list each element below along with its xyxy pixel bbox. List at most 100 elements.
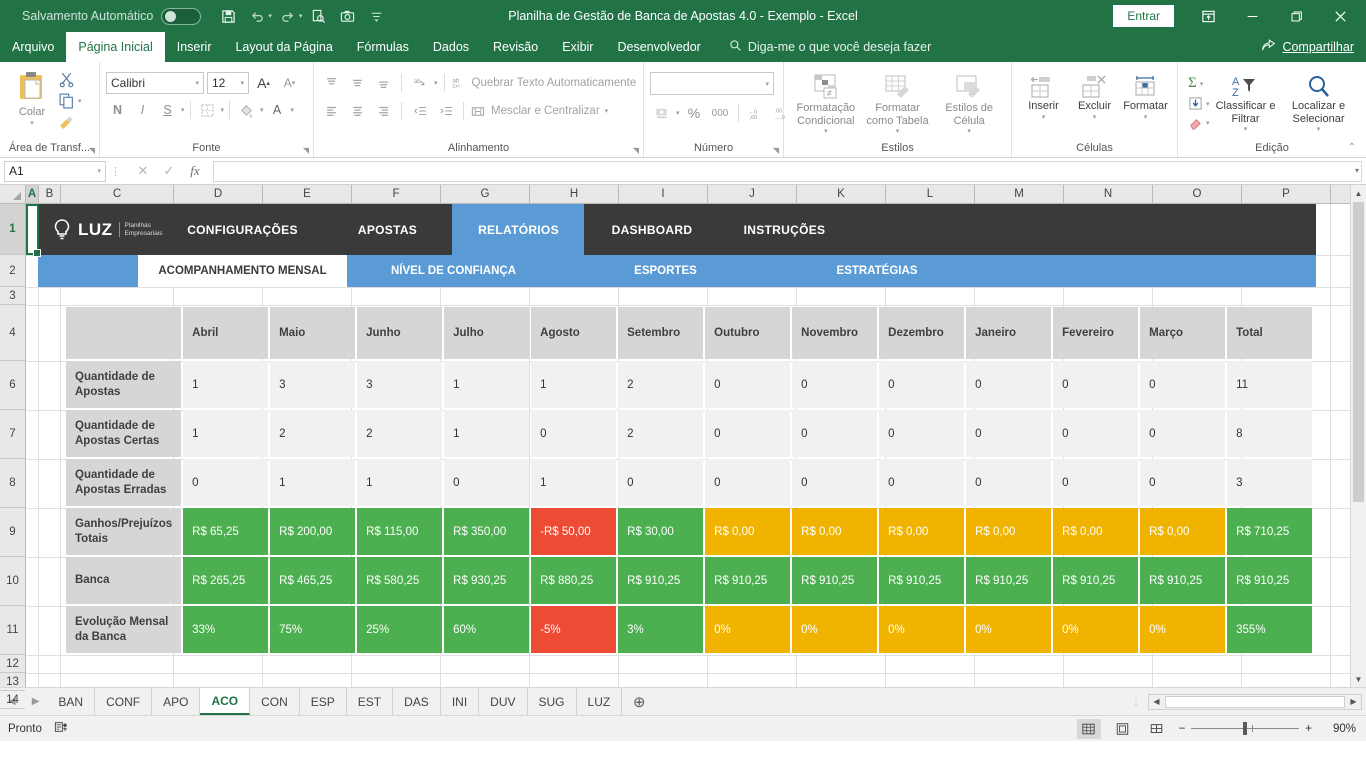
undo-dropdown-icon[interactable]: ▾: [268, 12, 272, 20]
close-icon[interactable]: [1318, 0, 1362, 32]
row-header-14[interactable]: 14: [0, 691, 25, 709]
insert-function-icon[interactable]: fx: [183, 163, 207, 179]
col-header-G[interactable]: G: [441, 185, 530, 203]
align-center-button[interactable]: [346, 100, 369, 122]
zoom-track[interactable]: [1191, 722, 1300, 735]
autosave-control[interactable]: Salvamento Automático: [22, 7, 202, 25]
cell-styles-button[interactable]: Estilos de Célula ▾: [933, 70, 1005, 135]
nav-item-instrucoes[interactable]: INSTRUÇÕES: [719, 204, 849, 255]
font-name-input[interactable]: Calibri ▾: [106, 72, 204, 94]
share-control[interactable]: Compartilhar: [1261, 32, 1366, 62]
font-size-dropdown-icon[interactable]: ▾: [240, 79, 244, 87]
underline-button[interactable]: S: [156, 99, 179, 121]
next-sheet-icon[interactable]: ▶: [32, 696, 40, 707]
comma-style-button[interactable]: 000: [709, 102, 732, 124]
orientation-button[interactable]: ab: [408, 72, 431, 94]
tab-layout-da-pagina[interactable]: Layout da Página: [223, 32, 344, 62]
col-header-K[interactable]: K: [797, 185, 886, 203]
align-right-button[interactable]: [372, 100, 395, 122]
col-header-N[interactable]: N: [1064, 185, 1153, 203]
delete-cells-dropdown-icon[interactable]: ▾: [1093, 113, 1097, 121]
zoom-thumb[interactable]: [1243, 722, 1248, 735]
col-header-C[interactable]: C: [61, 185, 174, 203]
row-header-13[interactable]: 13: [0, 673, 25, 691]
find-select-dropdown-icon[interactable]: ▾: [1317, 125, 1321, 133]
font-dialog-launcher-icon[interactable]: ◥: [303, 146, 309, 155]
sheet-canvas[interactable]: LUZ Planilhas Empresariais CONFIGURAÇÕES…: [26, 204, 1366, 687]
sheet-tab-con[interactable]: CON: [250, 688, 300, 715]
sheet-tab-conf[interactable]: CONF: [95, 688, 153, 715]
conditional-formatting-button[interactable]: ≠ Formatação Condicional ▾: [790, 70, 862, 135]
sort-filter-dropdown-icon[interactable]: ▾: [1244, 125, 1248, 133]
number-dialog-launcher-icon[interactable]: ◥: [773, 146, 779, 155]
increase-indent-button[interactable]: [434, 100, 457, 122]
fill-color-button[interactable]: [235, 99, 258, 121]
row-header-6[interactable]: 6: [0, 361, 25, 410]
underline-dropdown-icon[interactable]: ▾: [181, 106, 185, 114]
col-header-A[interactable]: A: [26, 185, 39, 203]
zoom-in-button[interactable]: +: [1305, 723, 1312, 735]
cancel-edit-icon[interactable]: ✕: [131, 163, 155, 179]
insert-cells-button[interactable]: Inserir ▾: [1018, 70, 1069, 121]
increase-font-size-button[interactable]: A ▴: [252, 72, 275, 94]
orientation-dropdown-icon[interactable]: ▾: [434, 79, 438, 87]
sheet-tab-ini[interactable]: INI: [441, 688, 480, 715]
minimize-icon[interactable]: [1230, 0, 1274, 32]
row-header-9[interactable]: 9: [0, 508, 25, 557]
col-header-P[interactable]: P: [1242, 185, 1331, 203]
tab-desenvolvedor[interactable]: Desenvolvedor: [605, 32, 712, 62]
merge-center-button[interactable]: Mesclar e Centralizar ▾: [470, 104, 608, 119]
col-header-I[interactable]: I: [619, 185, 708, 203]
autosum-button[interactable]: Σ ▾: [1188, 75, 1210, 92]
col-header-L[interactable]: L: [886, 185, 975, 203]
increase-decimal-button[interactable]: ←0,00: [745, 102, 768, 124]
copy-button[interactable]: ▾: [58, 92, 82, 109]
zoom-out-button[interactable]: −: [1179, 723, 1186, 735]
vertical-scrollbar[interactable]: ▲ ▼: [1350, 185, 1366, 687]
borders-button[interactable]: [196, 99, 219, 121]
tab-formulas[interactable]: Fórmulas: [345, 32, 421, 62]
format-cells-button[interactable]: Formatar ▾: [1120, 70, 1171, 121]
ribbon-display-options-icon[interactable]: [1186, 0, 1230, 32]
restore-icon[interactable]: [1274, 0, 1318, 32]
col-header-B[interactable]: B: [39, 185, 61, 203]
sheet-tab-est[interactable]: EST: [347, 688, 394, 715]
horizontal-scroll-thumb[interactable]: [1165, 695, 1345, 708]
cut-button[interactable]: [58, 71, 82, 88]
subnav-item-acompanhamento-mensal[interactable]: ACOMPANHAMENTO MENSAL: [138, 255, 347, 287]
fill-button[interactable]: ▾: [1188, 96, 1210, 111]
nav-item-relatorios[interactable]: RELATÓRIOS: [452, 204, 585, 255]
insert-cells-dropdown-icon[interactable]: ▾: [1042, 113, 1046, 121]
clear-button[interactable]: ▾: [1188, 115, 1210, 130]
align-top-button[interactable]: [320, 72, 343, 94]
camera-icon[interactable]: [334, 4, 360, 28]
number-format-select[interactable]: ▾: [650, 72, 774, 95]
decrease-font-size-button[interactable]: A ▾: [278, 72, 301, 94]
tell-me-search[interactable]: Diga-me o que você deseja fazer: [713, 32, 931, 62]
row-header-7[interactable]: 7: [0, 410, 25, 459]
format-painter-button[interactable]: [58, 113, 82, 130]
name-box-dropdown-icon[interactable]: ▾: [97, 167, 101, 175]
sign-in-button[interactable]: Entrar: [1113, 5, 1174, 27]
copy-dropdown-icon[interactable]: ▾: [78, 97, 82, 105]
tab-dados[interactable]: Dados: [421, 32, 481, 62]
print-preview-icon[interactable]: [305, 4, 331, 28]
sheet-tab-esp[interactable]: ESP: [300, 688, 347, 715]
bold-button[interactable]: N: [106, 99, 129, 121]
align-middle-button[interactable]: [346, 72, 369, 94]
add-sheet-icon[interactable]: ⊕: [622, 688, 656, 715]
percent-style-button[interactable]: %: [683, 102, 706, 124]
decrease-indent-button[interactable]: [408, 100, 431, 122]
subnav-item-estrategias[interactable]: ESTRATÉGIAS: [771, 255, 983, 287]
scroll-up-button[interactable]: ▲: [1351, 185, 1366, 201]
sheet-tab-apo[interactable]: APO: [152, 688, 201, 715]
col-header-M[interactable]: M: [975, 185, 1064, 203]
customize-qat-icon[interactable]: [363, 4, 389, 28]
nav-item-configuracoes[interactable]: CONFIGURAÇÕES: [162, 204, 322, 255]
nav-item-dashboard[interactable]: DASHBOARD: [584, 204, 719, 255]
align-bottom-button[interactable]: [372, 72, 395, 94]
wrap-text-button[interactable]: ab c↵ Quebrar Texto Automaticamente: [451, 76, 636, 91]
tab-arquivo[interactable]: Arquivo: [0, 32, 66, 62]
col-header-O[interactable]: O: [1153, 185, 1242, 203]
font-name-dropdown-icon[interactable]: ▾: [195, 79, 199, 87]
